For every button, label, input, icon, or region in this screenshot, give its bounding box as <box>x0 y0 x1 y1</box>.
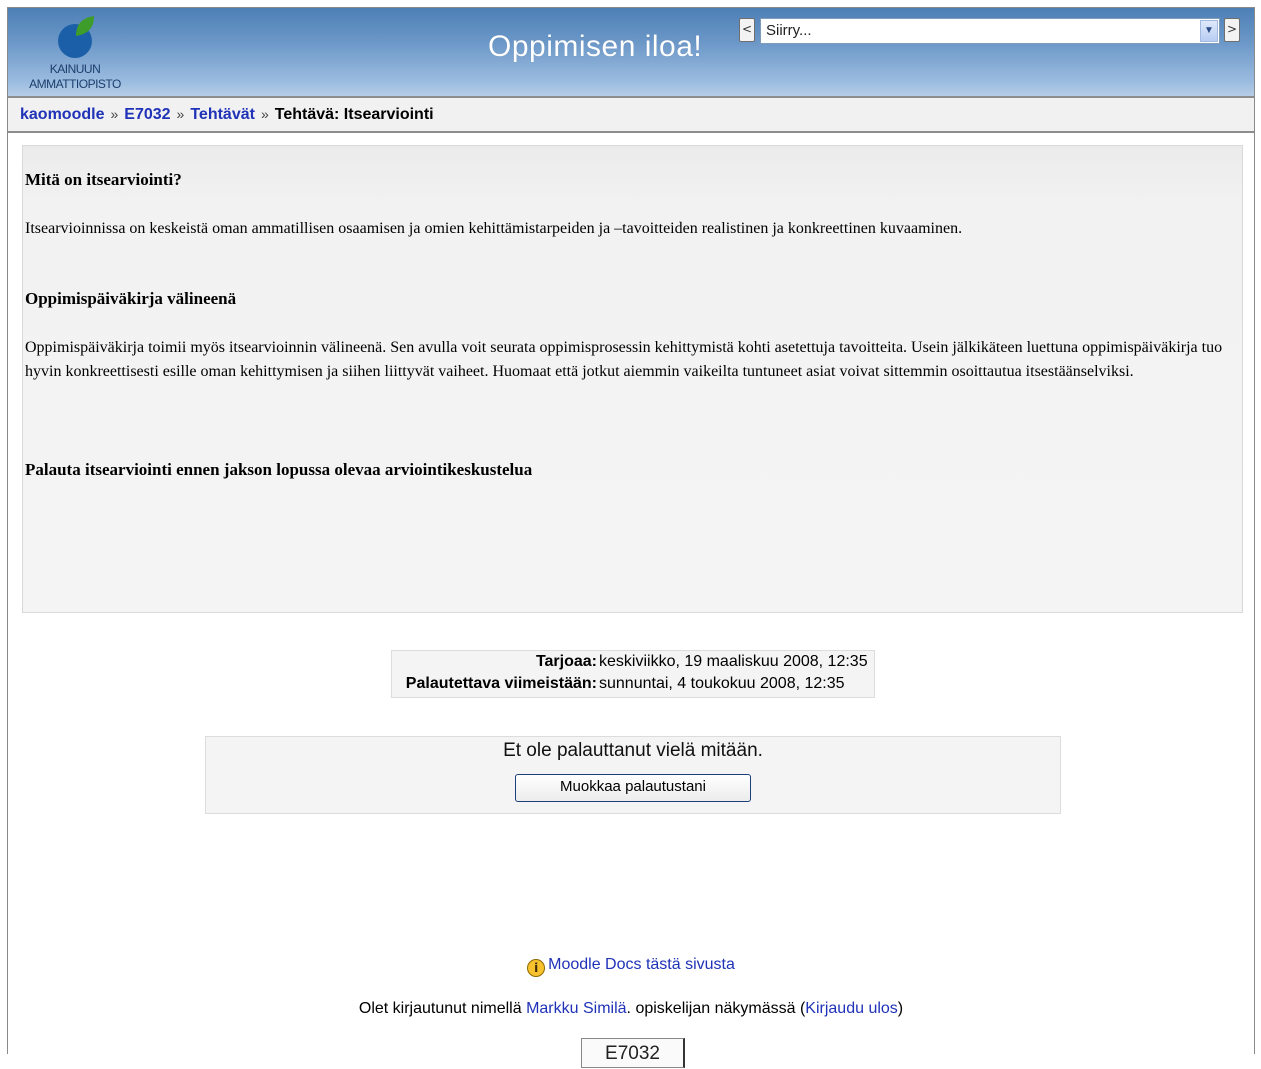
jump-to-placeholder: Siirry... <box>766 22 812 39</box>
breadcrumb-separator: » <box>176 106 185 122</box>
available-from-label: Tarjoaa: <box>535 653 597 670</box>
paragraph-learning-diary: Oppimispäiväkirja toimii myös itsearvioi… <box>25 339 1223 380</box>
logo-leaf-icon <box>58 16 94 58</box>
no-submission-message: Et ole palauttanut vielä mitään. <box>503 740 763 761</box>
due-date-row: Palautettava viimeistään: sunnuntai, 4 t… <box>392 673 874 695</box>
available-from-value: keskiviikko, 19 maaliskuu 2008, 12:35 <box>599 653 868 670</box>
breadcrumb-link-course[interactable]: E7032 <box>124 106 170 123</box>
logo-line-1: KAINUUN <box>49 62 101 76</box>
edit-submission-button[interactable]: Muokkaa palautustani <box>515 774 751 802</box>
kainuun-ammattiopisto-logo[interactable]: KAINUUN AMMATTIOPISTO <box>16 14 134 94</box>
jump-to-select[interactable]: Siirry... ▼ <box>760 18 1220 44</box>
logo-line-2: AMMATTIOPISTO <box>29 77 121 91</box>
login-info: Olet kirjautunut nimellä Markku Similä. … <box>8 998 1254 1020</box>
breadcrumb-current: Tehtävä: Itsearviointi <box>274 106 434 123</box>
due-date-label: Palautettava viimeistään: <box>405 675 597 692</box>
moodle-docs-row: i Moodle Docs tästä sivusta <box>8 954 1254 977</box>
page-frame: KAINUUN AMMATTIOPISTO Oppimisen iloa! < … <box>7 7 1255 1068</box>
previous-activity-button[interactable]: < <box>739 18 755 42</box>
logout-link[interactable]: Kirjaudu ulos <box>805 1000 898 1017</box>
breadcrumb-separator: » <box>260 106 269 122</box>
available-date-row: Tarjoaa: keskiviikko, 19 maaliskuu 2008,… <box>392 651 874 673</box>
breadcrumb-separator: » <box>110 106 119 122</box>
due-date-value: sunnuntai, 4 toukokuu 2008, 12:35 <box>599 675 845 692</box>
assignment-dates: Tarjoaa: keskiviikko, 19 maaliskuu 2008,… <box>391 650 875 698</box>
heading-learning-diary: Oppimispäiväkirja välineenä <box>25 289 237 308</box>
next-activity-button[interactable]: > <box>1224 18 1240 42</box>
chevron-down-icon[interactable]: ▼ <box>1200 20 1218 42</box>
moodle-docs-link[interactable]: Moodle Docs tästä sivusta <box>548 956 735 973</box>
heading-what-is-self-assessment: Mitä on itsearviointi? <box>25 170 182 189</box>
breadcrumb: kaomoodle » E7032 » Tehtävät » Tehtävä: Itsear… <box>8 96 1254 133</box>
breadcrumb-link-assignments[interactable]: Tehtävät <box>190 106 255 123</box>
info-icon: i <box>527 959 546 977</box>
course-home-button[interactable]: E7032 <box>581 1038 685 1068</box>
login-suffix: ) <box>897 1000 904 1017</box>
breadcrumb-link-kaomoodle[interactable]: kaomoodle <box>20 106 104 123</box>
page-header: KAINUUN AMMATTIOPISTO Oppimisen iloa! < … <box>8 8 1254 96</box>
paragraph-self-assessment: Itsearvioinnissa on keskeistä oman ammat… <box>25 220 963 237</box>
submission-status-box: Et ole palauttanut vielä mitään. Muokkaa… <box>205 736 1061 814</box>
heading-return-instructions: Palauta itsearviointi ennen jakson lopus… <box>25 460 533 479</box>
user-profile-link[interactable]: Markku Similä <box>526 1000 626 1017</box>
assignment-description: Mitä on itsearviointi? Itsearvioinnissa … <box>22 145 1243 613</box>
login-role-text: . opiskelijan näkymässä ( <box>626 1000 806 1017</box>
login-prefix: Olet kirjautunut nimellä <box>358 1000 522 1017</box>
site-title: Oppimisen iloa! <box>488 30 703 63</box>
